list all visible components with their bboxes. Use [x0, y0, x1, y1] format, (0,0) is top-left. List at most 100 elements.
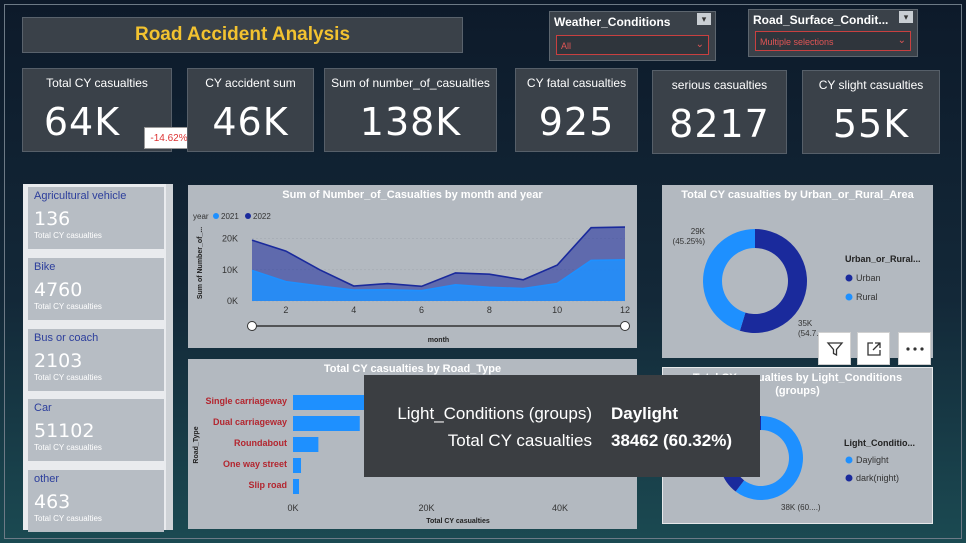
x-axis-label: Total CY casualties [426, 518, 490, 525]
kpi-cy-accident-sum[interactable]: CY accident sum 46K [187, 68, 314, 152]
y-tick-label: 0K [227, 296, 238, 306]
kpi-cy-slight-casualties[interactable]: CY slight casualties 55K [802, 70, 940, 154]
legend-label: Rural [856, 292, 878, 302]
list-item[interactable]: Car 51102 Total CY casualties [28, 399, 164, 461]
x-tick-label: 12 [620, 305, 630, 315]
tooltip-value-1: Daylight [611, 404, 679, 423]
panel-title-line-2: (groups) [775, 385, 820, 397]
urban-rural-donut-chart[interactable]: 29K(45.25%)35K(54.7...Urban_or_Rural...U… [662, 203, 933, 358]
list-item[interactable]: other 463 Total CY casualties [28, 470, 164, 532]
road-type-label: Single carriageway [205, 396, 287, 406]
tooltip-key-2: Total CY casualties [447, 431, 592, 450]
legend-title: Light_Conditio... [844, 438, 915, 448]
road-surface-slicer-value: Multiple selections [760, 37, 834, 47]
road-type-label: Roundabout [234, 438, 287, 448]
kpi-value: 55K [832, 102, 910, 146]
legend-title: Urban_or_Rural... [845, 254, 921, 264]
legend-marker [245, 213, 251, 219]
range-slider-handle-start [247, 321, 257, 331]
x-tick-label: 10 [552, 305, 562, 315]
vehicle-list-scrollbar[interactable] [166, 184, 173, 530]
kpi-label: Sum of number_of_casualties [331, 76, 490, 90]
vehicle-type-list[interactable]: Agricultural vehicle 136 Total CY casual… [23, 184, 173, 532]
report-title-box: Road Accident Analysis [22, 17, 463, 53]
kpi-value: 925 [538, 100, 615, 144]
legend-marker [845, 456, 853, 464]
vehicle-sub-label: Total CY casualties [34, 231, 102, 240]
vehicle-sub-label: Total CY casualties [34, 373, 102, 382]
vehicle-value: 4760 [34, 279, 83, 301]
legend-marker [213, 213, 219, 219]
road-surface-slicer[interactable]: Road_Surface_Condit... ▾ Multiple select… [748, 9, 918, 57]
legend-marker [845, 274, 853, 282]
y-tick-label: 20K [222, 234, 238, 244]
bar [293, 479, 300, 494]
legend-label: Urban [856, 273, 881, 283]
kpi-value: 46K [212, 100, 289, 144]
kpi-serious-casualties[interactable]: serious casualties 8217 [652, 70, 787, 154]
more-options-icon[interactable] [898, 332, 931, 365]
data-label: 35K [798, 319, 813, 328]
vehicle-sub-label: Total CY casualties [34, 514, 102, 523]
weather-slicer-value: All [561, 41, 572, 51]
weather-slicer[interactable]: Weather_Conditions ▾ All ⌄ [549, 11, 716, 61]
road-surface-slicer-dropdown[interactable]: Multiple selections ⌄ [755, 31, 911, 51]
list-item[interactable]: Bus or coach 2103 Total CY casualties [28, 329, 164, 391]
panel-title: Total CY casualties by Road_Type [323, 363, 502, 375]
casualties-by-urban-rural-panel[interactable]: Total CY casualties by Urban_or_Rural_Ar… [662, 185, 933, 358]
casualties-by-month-panel[interactable]: Sum of Number_of_Casualties by month and… [188, 185, 637, 348]
kpi-value: 8217 [669, 102, 770, 146]
data-label: (45.25%) [673, 237, 706, 246]
kpi-total-cy-casualties[interactable]: Total CY casualties 64K -14.62% [22, 68, 194, 152]
tooltip-key-1: Light_Conditions (groups) [397, 404, 592, 423]
road-surface-slicer-label: Road_Surface_Condit... [753, 13, 889, 27]
casualties-by-month-chart[interactable]: year 2021 2022 Sum of Number_of_... 0K 10K 20K… [188, 203, 637, 348]
panel-title: Total CY casualties by Urban_or_Rural_Ar… [681, 189, 914, 201]
chevron-down-icon[interactable]: ▾ [899, 11, 913, 23]
road-type-label: Slip road [248, 480, 287, 490]
kpi-label: CY accident sum [205, 76, 296, 90]
vehicle-sub-label: Total CY casualties [34, 302, 102, 311]
x-tick-label: 4 [351, 305, 356, 315]
dropdown-chevron-icon: ⌄ [695, 39, 704, 50]
x-tick-label: 2 [283, 305, 288, 315]
focus-mode-icon[interactable] [857, 332, 890, 365]
bar [293, 416, 360, 431]
weather-slicer-label: Weather_Conditions [554, 15, 671, 29]
kpi-value: 64K [43, 100, 121, 144]
legend-label: 2022 [253, 212, 271, 221]
range-slider-handle-end [620, 321, 630, 331]
dropdown-chevron-icon: ⌄ [897, 35, 906, 46]
list-item[interactable]: Bike 4760 Total CY casualties [28, 258, 164, 320]
road-type-label: One way street [223, 459, 287, 469]
kpi-number-of-casualties[interactable]: Sum of number_of_casualties 138K [324, 68, 497, 152]
y-tick-label: 10K [222, 265, 238, 275]
chevron-down-icon[interactable]: ▾ [697, 13, 711, 25]
vehicle-value: 51102 [34, 420, 95, 442]
legend-label: Daylight [856, 455, 889, 465]
list-item[interactable]: Agricultural vehicle 136 Total CY casual… [28, 187, 164, 249]
x-axis-label: month [428, 337, 449, 344]
kpi-cy-fatal-casualties[interactable]: CY fatal casualties 925 [515, 68, 638, 152]
filter-icon[interactable] [818, 332, 851, 365]
bar [293, 458, 302, 473]
x-tick-label: 0K [287, 503, 298, 513]
bar [293, 437, 319, 452]
data-label: 38K (60....) [781, 503, 821, 512]
report-title: Road Accident Analysis [134, 24, 351, 45]
vehicle-category: other [34, 473, 60, 485]
vehicle-category: Agricultural vehicle [34, 190, 127, 202]
x-tick-label: 20K [418, 503, 434, 513]
tooltip-value-2: 38462 (60.32%) [611, 431, 732, 450]
vehicle-category: Bike [34, 261, 56, 273]
kpi-label: CY slight casualties [818, 78, 924, 92]
weather-slicer-dropdown[interactable]: All ⌄ [556, 35, 709, 55]
kpi-label: Total CY casualties [46, 76, 148, 90]
legend-label: dark(night) [856, 473, 899, 483]
road-type-label: Dual carriageway [213, 417, 287, 427]
x-tick-label: 40K [552, 503, 568, 513]
vehicle-category: Car [34, 402, 52, 414]
vehicle-value: 136 [34, 208, 71, 230]
data-label: 29K [691, 227, 706, 236]
chart-tooltip: Light_Conditions (groups) Daylight Total… [364, 375, 760, 477]
